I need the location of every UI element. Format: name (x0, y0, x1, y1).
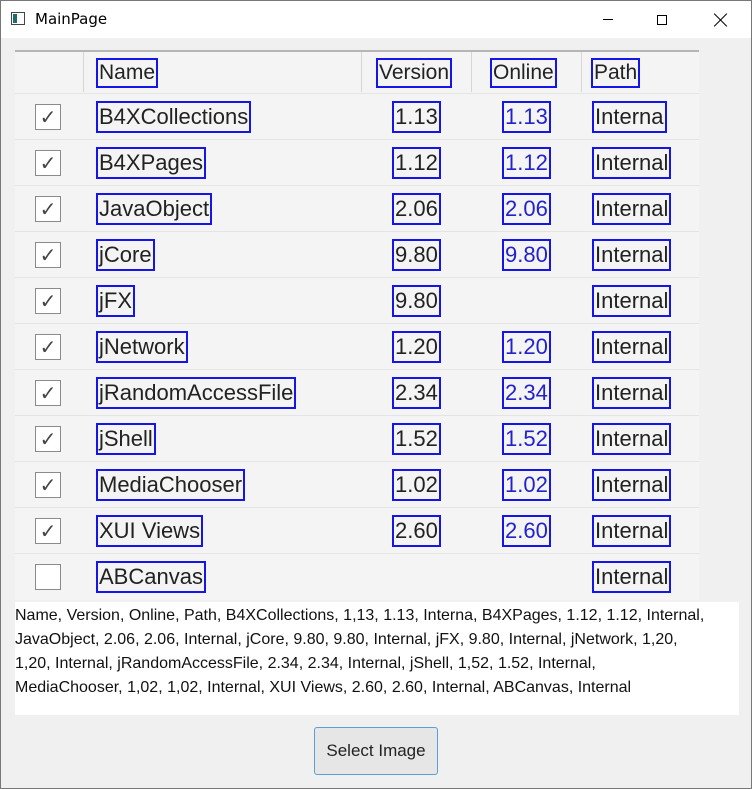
close-icon (714, 13, 728, 27)
header-divider (15, 50, 699, 52)
close-button[interactable] (698, 1, 744, 38)
summary-line: 1,20, Internal, jRandomAccessFile, 2.34,… (15, 655, 596, 672)
cell-path: Internal (591, 377, 672, 409)
row-checkbox[interactable]: ✓ (35, 426, 61, 452)
cell-version: 2.06 (392, 193, 441, 225)
column-separator[interactable] (361, 52, 362, 92)
column-separator[interactable] (471, 52, 472, 92)
header-online[interactable]: Online (490, 58, 557, 88)
summary-line: MediaChooser, 1,02, 1,02, Internal, XUI … (15, 679, 632, 696)
cell-online: 2.60 (502, 515, 551, 547)
cell-name: jRandomAccessFile (95, 377, 297, 409)
table-row[interactable]: ✓ JavaObject 2.06 2.06 Internal (15, 185, 699, 231)
cell-name: ABCanvas (96, 561, 206, 593)
header-path[interactable]: Path (590, 58, 641, 88)
cell-version: 1.12 (392, 147, 441, 179)
table-row[interactable]: ✓ jFX 9.80 Internal (15, 277, 699, 323)
cell-name: B4XCollections (95, 101, 252, 133)
select-image-button[interactable]: Select Image (314, 727, 438, 775)
table-row[interactable]: ✓ jNetwork 1.20 1.20 Internal (15, 323, 699, 369)
cell-path: Internal (591, 331, 672, 363)
table-row[interactable]: ABCanvas Internal (15, 553, 699, 599)
cell-name: B4XPages (96, 147, 206, 179)
cell-name: jFX (96, 285, 135, 317)
cell-online: 1.13 (502, 101, 551, 133)
column-separator[interactable] (581, 52, 582, 92)
row-checkbox[interactable]: ✓ (35, 472, 61, 498)
cell-name: XUI Views (95, 515, 204, 547)
cell-version: 2.34 (392, 377, 441, 409)
cell-path: Internal (591, 193, 672, 225)
cell-version: 9.80 (392, 239, 441, 271)
cell-online: 1.02 (502, 469, 551, 501)
row-checkbox[interactable]: ✓ (35, 196, 61, 222)
header-name[interactable]: Name (95, 58, 159, 88)
minimize-icon (603, 19, 613, 20)
cell-name: MediaChooser (95, 469, 246, 501)
table-row[interactable]: ✓ jShell 1.52 1.52 Internal (15, 415, 699, 461)
cell-online: 1.52 (502, 423, 551, 455)
cell-version: 1.13 (392, 101, 441, 133)
maximize-icon (657, 14, 667, 25)
table-row[interactable]: ✓ XUI Views 2.60 2.60 Internal (15, 507, 699, 553)
table-row[interactable]: ✓ B4XCollections 1.13 1.13 Interna (15, 93, 699, 139)
maximize-button[interactable] (639, 1, 685, 38)
row-checkbox[interactable]: ✓ (35, 150, 61, 176)
cell-name: jNetwork (96, 331, 188, 363)
row-checkbox[interactable]: ✓ (35, 242, 61, 268)
summary-line: JavaObject, 2.06, 2.06, Internal, jCore,… (15, 631, 678, 648)
cell-path: Internal (591, 423, 672, 455)
cell-name: JavaObject (95, 193, 213, 225)
title-bar[interactable]: MainPage (1, 1, 751, 38)
cell-version: 1.02 (392, 469, 441, 501)
cell-online: 2.34 (502, 377, 551, 409)
cell-version: 2.60 (392, 515, 441, 547)
table-row[interactable]: ✓ MediaChooser 1.02 1.02 Internal (15, 461, 699, 507)
column-separator[interactable] (83, 52, 84, 92)
row-checkbox[interactable]: ✓ (35, 104, 61, 130)
cell-online: 9.80 (502, 239, 551, 271)
cell-name: jCore (96, 239, 155, 271)
app-icon (11, 12, 25, 25)
cell-version: 1.52 (392, 423, 441, 455)
cell-online: 2.06 (502, 193, 551, 225)
cell-name: jShell (96, 423, 156, 455)
cell-path: Internal (591, 469, 672, 501)
row-checkbox[interactable]: ✓ (35, 288, 61, 314)
table-row[interactable]: ✓ B4XPages 1.12 1.12 Internal (15, 139, 699, 185)
main-window: MainPage Name Version Online Path ✓ B4XCo… (0, 0, 752, 789)
window-title: MainPage (35, 10, 108, 28)
libraries-table[interactable]: Name Version Online Path ✓ B4XCollections… (15, 50, 699, 600)
header-version[interactable]: Version (375, 58, 453, 88)
table-row[interactable]: ✓ jRandomAccessFile 2.34 2.34 Internal (15, 369, 699, 415)
summary-text: Name, Version, Online, Path, B4XCollecti… (15, 602, 739, 715)
cell-version: 9.80 (392, 285, 441, 317)
cell-path: Internal (591, 561, 672, 593)
row-checkbox[interactable]: ✓ (35, 334, 61, 360)
minimize-button[interactable] (585, 1, 631, 38)
row-checkbox[interactable]: ✓ (35, 380, 61, 406)
summary-line: Name, Version, Online, Path, B4XCollecti… (15, 607, 705, 624)
cell-version: 1.20 (392, 331, 441, 363)
cell-online: 1.20 (502, 331, 551, 363)
table-row[interactable]: ✓ jCore 9.80 9.80 Internal (15, 231, 699, 277)
cell-path: Internal (591, 239, 672, 271)
cell-path: Interna (592, 101, 667, 133)
cell-path: Internal (591, 285, 672, 317)
row-checkbox[interactable] (35, 564, 61, 590)
cell-path: Internal (591, 147, 672, 179)
row-checkbox[interactable]: ✓ (35, 518, 61, 544)
cell-path: Internal (591, 515, 672, 547)
cell-online: 1.12 (502, 147, 551, 179)
